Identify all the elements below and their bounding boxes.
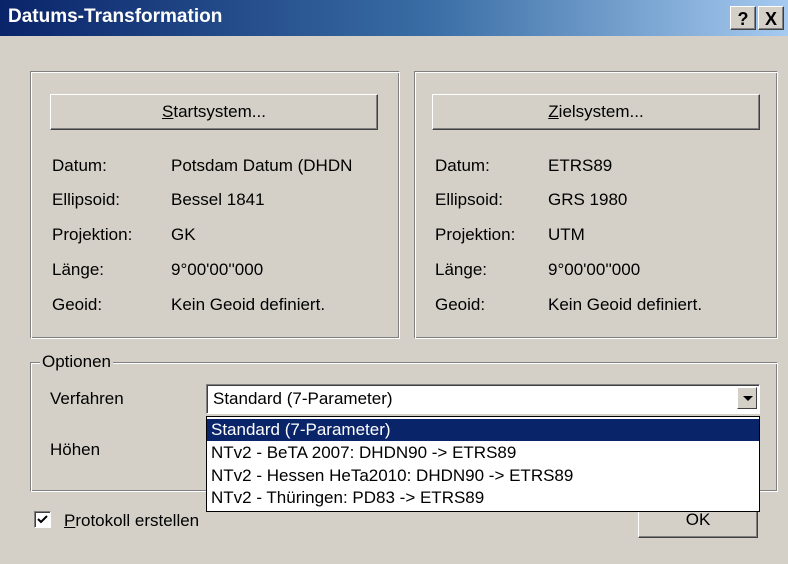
dropdown-option[interactable]: NTv2 - Hessen HeTa2010: DHDN90 -> ETRS89 bbox=[207, 465, 759, 487]
protocol-mnemonic: P bbox=[64, 511, 76, 530]
target-datum-label: Datum: bbox=[435, 156, 490, 175]
start-projection-value: GK bbox=[171, 225, 196, 244]
options-legend: Optionen bbox=[40, 352, 113, 372]
protocol-label-rest: rotokoll erstellen bbox=[75, 511, 200, 530]
close-button[interactable]: X bbox=[758, 6, 784, 30]
target-datum-value: ETRS89 bbox=[548, 156, 613, 175]
start-projection-label: Projektion: bbox=[52, 225, 133, 244]
start-geoid-value: Kein Geoid definiert. bbox=[171, 295, 326, 314]
start-longitude-value: 9°00'00''000 bbox=[171, 260, 264, 279]
protocol-checkbox-label[interactable]: Protokoll erstellen bbox=[64, 511, 199, 531]
start-system-mnemonic: S bbox=[162, 102, 174, 121]
target-ellipsoid-value: GRS 1980 bbox=[548, 190, 628, 209]
start-ellipsoid-label: Ellipsoid: bbox=[52, 190, 121, 209]
start-system-button[interactable]: Startsystem... bbox=[50, 94, 378, 130]
target-geoid-label: Geoid: bbox=[435, 295, 486, 314]
start-datum-label: Datum: bbox=[52, 156, 107, 175]
method-selected-value: Standard (7-Parameter) bbox=[213, 389, 393, 408]
title-bar[interactable]: Datums-Transformation ? X bbox=[0, 0, 788, 36]
datums-transformation-dialog: Datums-Transformation ? X Startsystem...… bbox=[0, 0, 788, 564]
start-system-label: tartsystem... bbox=[173, 102, 266, 121]
target-system-label: ielsystem... bbox=[558, 102, 644, 121]
target-projection-value: UTM bbox=[548, 225, 585, 244]
target-longitude-label: Länge: bbox=[435, 260, 487, 279]
heights-label: Höhen bbox=[50, 440, 101, 459]
target-system-mnemonic: Z bbox=[548, 102, 559, 121]
dropdown-option[interactable]: NTv2 - Thüringen: PD83 -> ETRS89 bbox=[207, 487, 759, 509]
chevron-down-icon[interactable] bbox=[737, 387, 757, 409]
protocol-checkbox[interactable] bbox=[34, 511, 51, 528]
start-ellipsoid-value: Bessel 1841 bbox=[171, 190, 265, 209]
method-dropdown[interactable]: Standard (7-Parameter) bbox=[206, 384, 760, 414]
target-projection-label: Projektion: bbox=[435, 225, 516, 244]
start-datum-value: Potsdam Datum (DHDN bbox=[171, 156, 353, 175]
start-longitude-label: Länge: bbox=[52, 260, 104, 279]
target-geoid-value: Kein Geoid definiert. bbox=[548, 295, 703, 314]
dropdown-option[interactable]: Standard (7-Parameter) bbox=[207, 419, 759, 441]
method-dropdown-list[interactable]: Standard (7-Parameter) NTv2 - BeTA 2007:… bbox=[206, 416, 760, 512]
target-longitude-value: 9°00'00''000 bbox=[548, 260, 641, 279]
dropdown-option[interactable]: NTv2 - BeTA 2007: DHDN90 -> ETRS89 bbox=[207, 442, 759, 464]
help-button[interactable]: ? bbox=[730, 6, 756, 30]
start-geoid-label: Geoid: bbox=[52, 295, 103, 314]
target-ellipsoid-label: Ellipsoid: bbox=[435, 190, 504, 209]
method-label: Verfahren bbox=[50, 389, 124, 408]
target-system-button[interactable]: Zielsystem... bbox=[432, 94, 760, 130]
checkmark-icon bbox=[37, 515, 48, 524]
window-title: Datums-Transformation bbox=[8, 6, 223, 27]
